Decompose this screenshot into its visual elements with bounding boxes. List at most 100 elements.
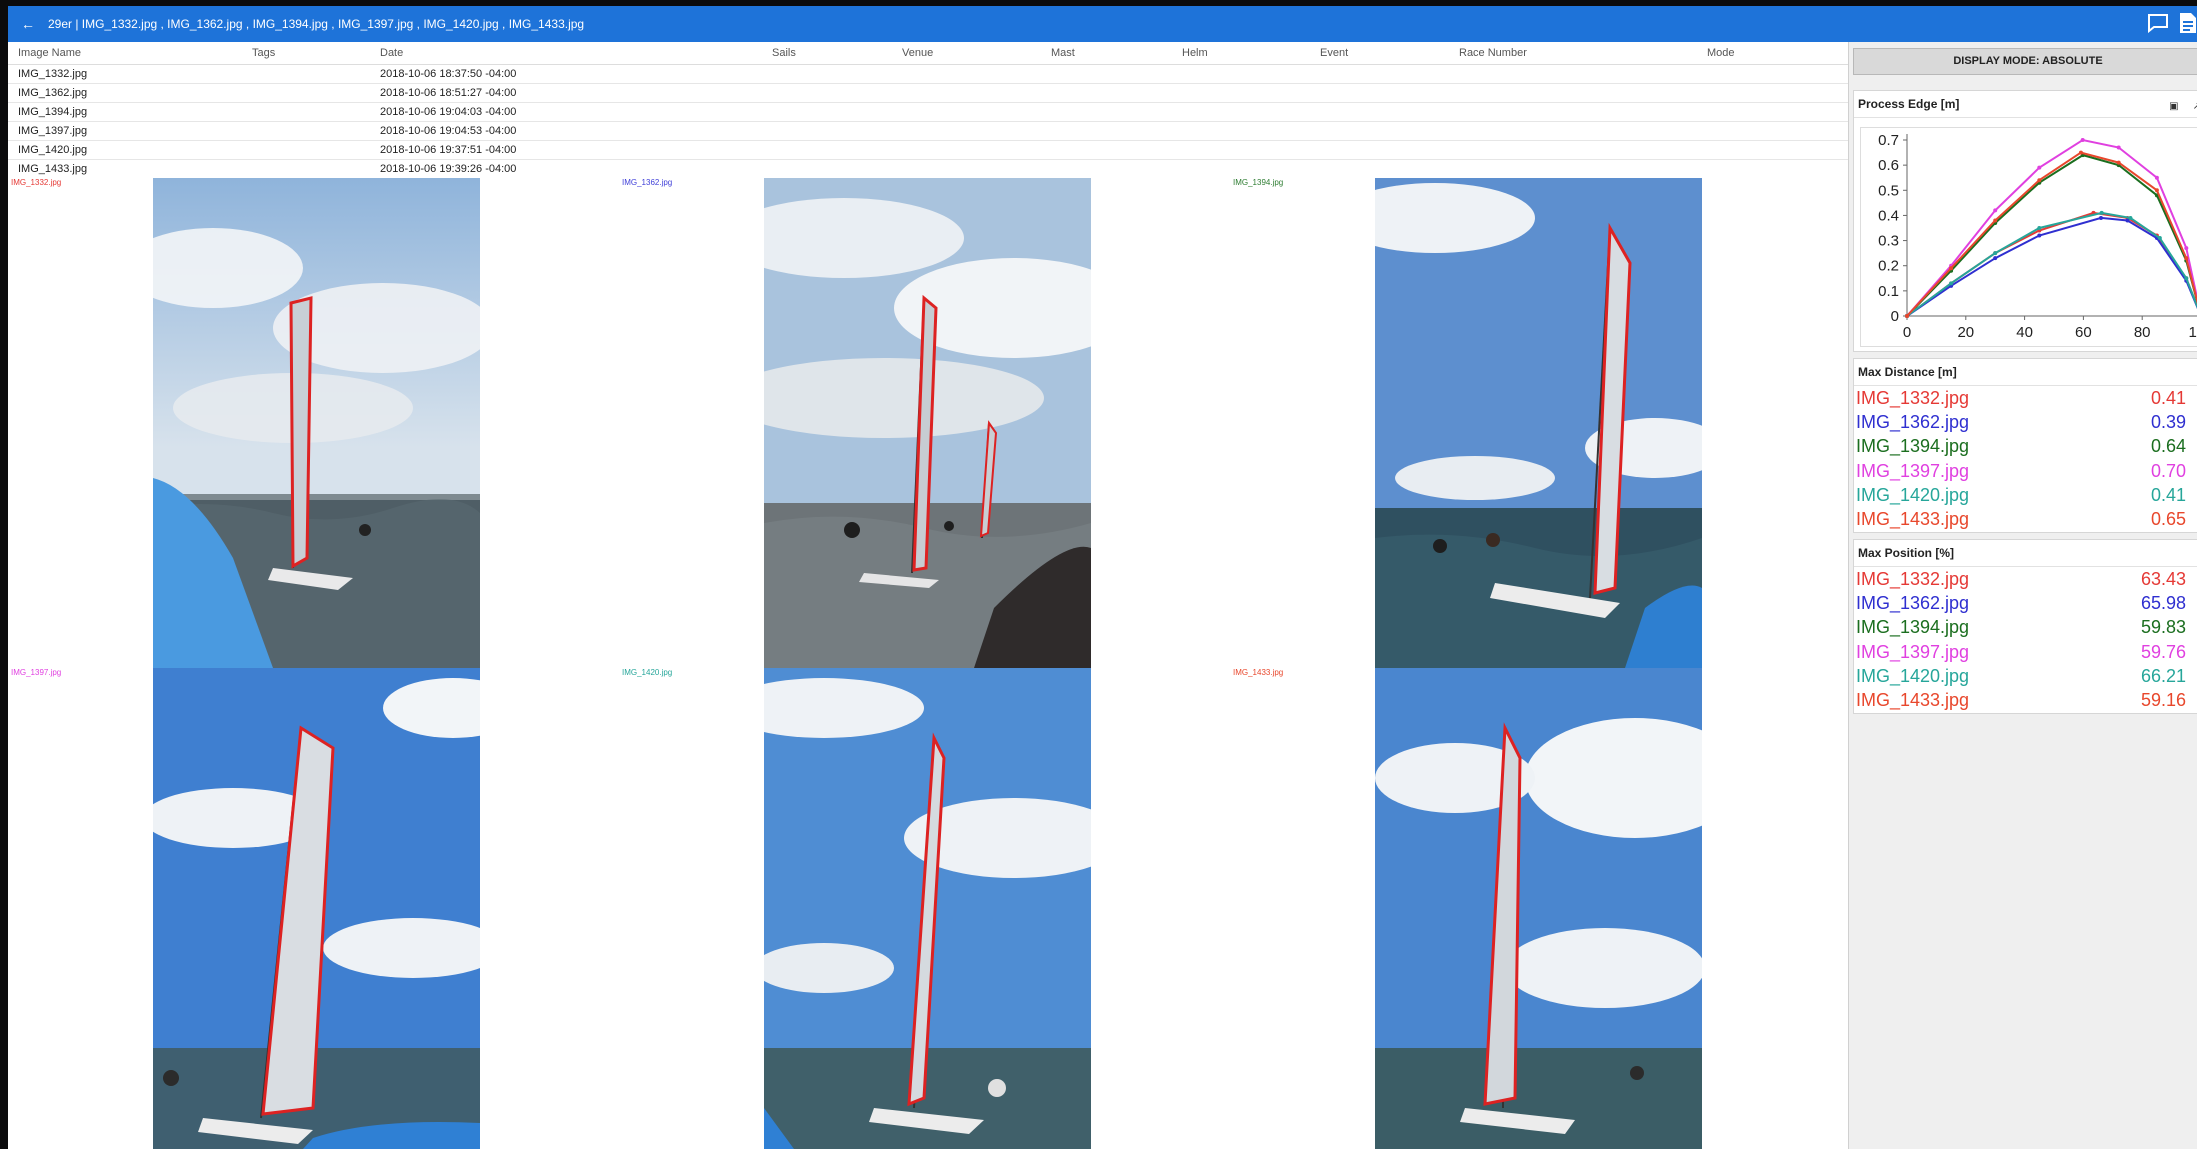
cell-image-name: IMG_1433.jpg [18, 163, 88, 175]
photo-label: IMG_1362.jpg [622, 178, 673, 187]
x-tick-label: 60 [2075, 324, 2092, 341]
position-name: IMG_1362.jpg [1856, 592, 1970, 613]
sailing-photo[interactable] [153, 668, 480, 1149]
cell-date: 2018-10-06 19:39:26 -04:00 [380, 163, 517, 175]
data-point [2037, 226, 2042, 230]
chart-tools: ▣ ↗ [2169, 101, 2197, 112]
app-window: ← 29er | IMG_1332.jpg , IMG_1362.jpg , I… [8, 6, 2197, 1149]
max-distance-title: Max Distance [m] [1854, 359, 2197, 386]
series-line [1906, 138, 2197, 317]
column-helm[interactable]: Helm [1172, 47, 1310, 59]
sailing-photo[interactable] [153, 178, 480, 668]
table-row[interactable]: IMG_1394.jpg 2018-10-06 19:04:03 -04:00 [8, 103, 1848, 122]
sailing-photo[interactable] [1375, 668, 1702, 1149]
data-point [2184, 276, 2189, 281]
column-mast[interactable]: Mast [1041, 47, 1172, 59]
photo-cell: IMG_1394.jpg [1230, 178, 1841, 668]
back-arrow-icon[interactable]: ← [8, 16, 48, 32]
distance-name: IMG_1332.jpg [1856, 387, 1970, 408]
comment-icon[interactable] [2147, 13, 2169, 36]
max-position-list: IMG_1332.jpg 63.43 IMG_1362.jpg 65.98 IMG_13… [1854, 567, 2197, 713]
cell-image-name: IMG_1362.jpg [18, 87, 88, 99]
y-tick-label: 0.3 [1878, 233, 1899, 250]
table-row[interactable]: IMG_1397.jpg 2018-10-06 19:04:53 -04:00 [8, 122, 1848, 141]
table-header: Image Name Tags Date Sails Venue Mast He… [8, 42, 1848, 65]
display-mode-button[interactable]: DISPLAY MODE: ABSOLUTE [1853, 48, 2197, 75]
photo-cell: IMG_1332.jpg [8, 178, 619, 668]
table-row[interactable]: IMG_1332.jpg 2018-10-06 18:37:50 -04:00 [8, 65, 1848, 84]
distance-value: 0.41 [2150, 484, 2186, 505]
sailing-photo[interactable] [764, 178, 1091, 668]
y-tick-label: 0.7 [1878, 132, 1899, 149]
data-point [2078, 150, 2083, 155]
data-point [1993, 218, 1998, 223]
data-point [2128, 215, 2133, 220]
data-point [2037, 178, 2042, 183]
distance-value: 0.70 [2150, 460, 2186, 481]
photo-label: IMG_1420.jpg [622, 668, 673, 677]
table-row[interactable]: IMG_1433.jpg 2018-10-06 19:39:26 -04:00 [8, 160, 1848, 179]
column-tags[interactable]: Tags [242, 47, 370, 59]
column-image-name[interactable]: Image Name [8, 47, 242, 59]
distance-name: IMG_1433.jpg [1856, 509, 1970, 530]
column-race-number[interactable]: Race Number [1449, 47, 1697, 59]
y-tick-label: 0.4 [1878, 207, 1899, 224]
data-point [2116, 145, 2121, 150]
y-tick-label: 0.1 [1878, 283, 1899, 300]
column-mode[interactable]: Mode [1697, 47, 1847, 59]
position-value: 65.98 [2140, 592, 2186, 613]
data-point [2098, 215, 2103, 220]
cell-image-name: IMG_1332.jpg [18, 68, 88, 80]
data-point [2184, 256, 2189, 261]
chart-plot[interactable]: 0 0.1 0.2 0.3 0.4 0.5 0.6 0.7 0 20 40 60 80 100 [1860, 127, 2197, 347]
analysis-panel: DISPLAY MODE: ABSOLUTE Process Edge [m] … [1848, 42, 2197, 1149]
position-name: IMG_1332.jpg [1856, 568, 1970, 589]
window-title: 29er | IMG_1332.jpg , IMG_1362.jpg , IMG… [48, 17, 585, 31]
data-point [2184, 246, 2189, 251]
cell-image-name: IMG_1394.jpg [18, 106, 88, 118]
cell-image-name: IMG_1397.jpg [18, 125, 88, 137]
column-date[interactable]: Date [370, 47, 762, 59]
position-value: 66.21 [2140, 665, 2186, 686]
photo-label: IMG_1394.jpg [1233, 178, 1284, 187]
position-name: IMG_1394.jpg [1856, 617, 1970, 638]
sailing-photo[interactable] [1375, 178, 1702, 668]
cell-date: 2018-10-06 19:37:51 -04:00 [380, 144, 517, 156]
photo-label: IMG_1332.jpg [11, 178, 62, 187]
data-point [1949, 266, 1954, 271]
column-venue[interactable]: Venue [892, 47, 1041, 59]
distance-value: 0.39 [2150, 411, 2186, 432]
photo-cell: IMG_1362.jpg [619, 178, 1230, 668]
document-icon[interactable] [2179, 12, 2197, 37]
position-name: IMG_1433.jpg [1856, 690, 1970, 711]
data-point [2099, 210, 2104, 215]
max-position-box: Max Position [%] IMG_1332.jpg 63.43 IMG_13… [1853, 539, 2197, 714]
list-item: IMG_1394.jpg 59.83 [1854, 616, 2197, 640]
max-position-title: Max Position [%] [1854, 540, 2197, 567]
photo-cell: IMG_1420.jpg [619, 668, 1230, 1149]
max-distance-box: Max Distance [m] IMG_1332.jpg 0.41 IMG_136… [1853, 358, 2197, 533]
open-external-icon[interactable]: ↗ [2193, 101, 2197, 112]
table-icon[interactable]: ▣ [2169, 101, 2178, 112]
position-value: 59.76 [2140, 641, 2186, 662]
list-item: IMG_1433.jpg 0.65 [1854, 507, 2197, 531]
column-sails[interactable]: Sails [762, 47, 892, 59]
list-item: IMG_1420.jpg 0.41 [1854, 483, 2197, 507]
process-edge-chart: Process Edge [m] ▣ ↗ 0 0.1 0.2 0.3 0.4 0.5 0.6… [1853, 90, 2197, 352]
list-item: IMG_1362.jpg 0.39 [1854, 410, 2197, 434]
table-row[interactable]: IMG_1420.jpg 2018-10-06 19:37:51 -04:00 [8, 141, 1848, 160]
position-value: 59.16 [2140, 690, 2186, 711]
cell-date: 2018-10-06 19:04:03 -04:00 [380, 106, 517, 118]
cell-date: 2018-10-06 18:51:27 -04:00 [380, 87, 517, 99]
data-point [2154, 188, 2159, 193]
chart-title: Process Edge [m] [1854, 91, 2197, 118]
data-point [2116, 160, 2121, 165]
list-item: IMG_1332.jpg 63.43 [1854, 567, 2197, 591]
y-tick-label: 0 [1891, 308, 1899, 325]
column-event[interactable]: Event [1310, 47, 1449, 59]
sailing-photo[interactable] [764, 668, 1091, 1149]
table-row[interactable]: IMG_1362.jpg 2018-10-06 18:51:27 -04:00 [8, 84, 1848, 103]
photo-cell: IMG_1433.jpg [1230, 668, 1841, 1149]
position-name: IMG_1420.jpg [1856, 665, 1970, 686]
data-point [1905, 314, 1909, 318]
